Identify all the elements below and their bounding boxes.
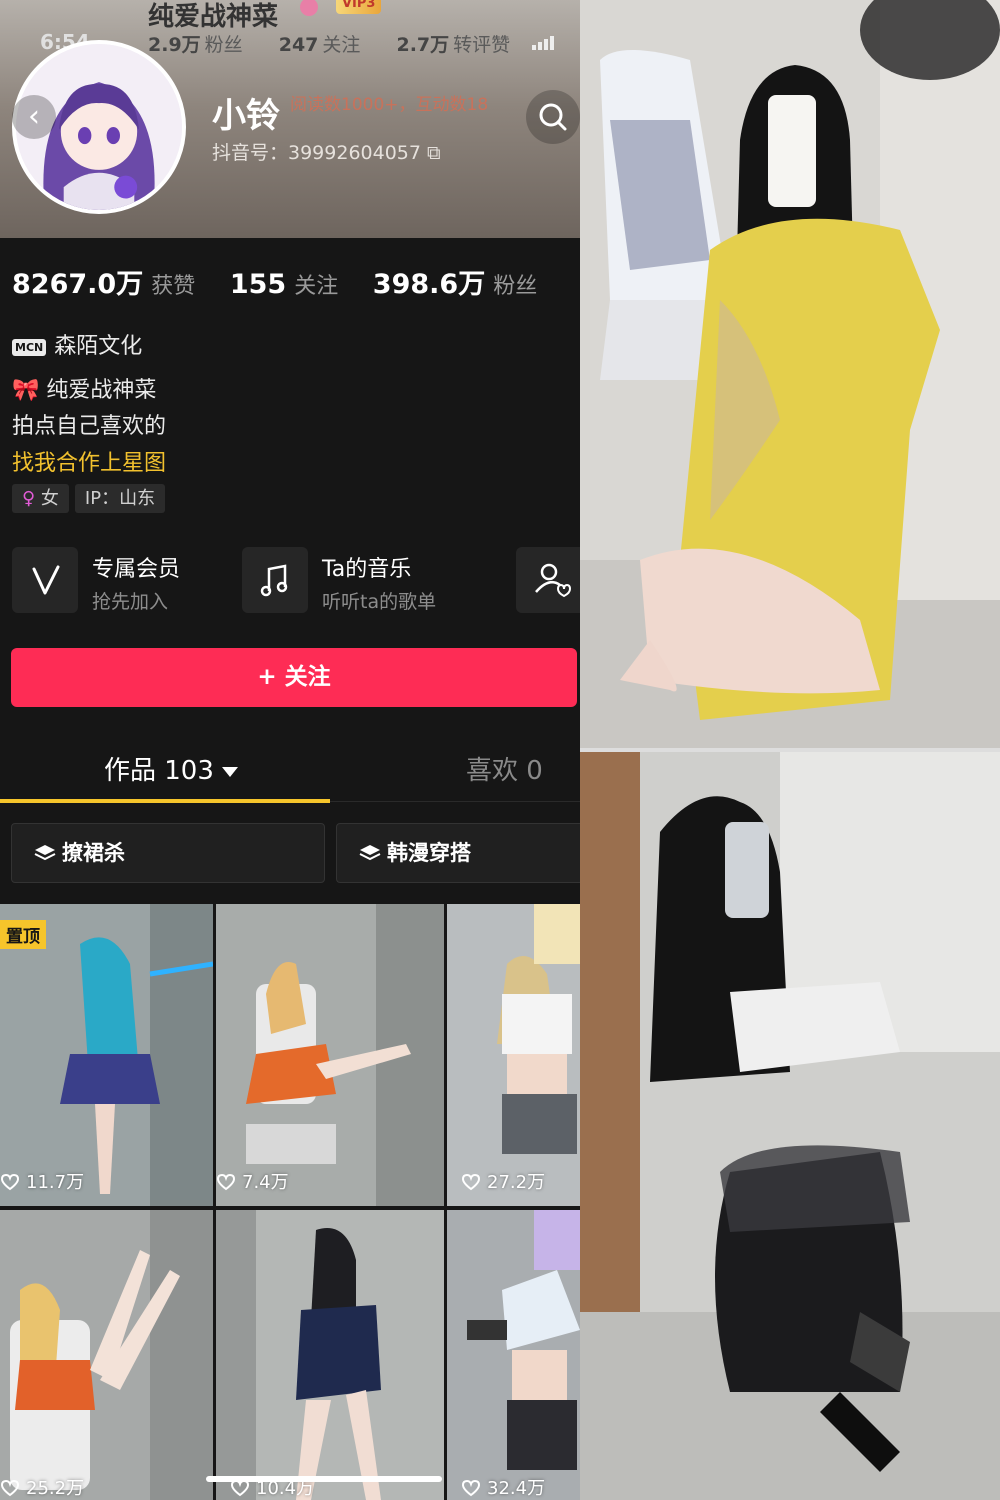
exclusive-member-entry[interactable]: 专属会员 抢先加入: [12, 547, 222, 613]
v-icon: [32, 565, 60, 595]
profile-header: 纯爱战神菜 VIP3 2.9万 粉丝 247 关注 2.7万 转评赞 6:54 ‹: [0, 0, 580, 238]
collection-chip[interactable]: 韩漫穿搭: [336, 823, 580, 883]
character-avatar: [534, 904, 580, 964]
pinned-badge: 置顶: [0, 920, 46, 949]
collection-chip[interactable]: 撩裙杀: [11, 823, 325, 883]
profile-chips: ♀ 女 IP：山东: [12, 484, 171, 513]
header-mini-stats: 2.9万 粉丝 247 关注 2.7万 转评赞: [148, 34, 511, 56]
bio-line: 拍点自己喜欢的: [12, 414, 167, 439]
douyin-id[interactable]: 抖音号：39992604057 ⧉: [212, 138, 441, 165]
like-count: 11.7万: [0, 1168, 84, 1194]
bio-line: 🎀 纯爱战神菜: [12, 378, 157, 403]
signal-icon: [532, 36, 562, 50]
like-count: 32.4万: [461, 1474, 545, 1500]
heart-icon: [461, 1479, 481, 1497]
like-count: 27.2万: [461, 1168, 545, 1194]
profile-stats: 8267.0万 获赞 155 关注 398.6万 粉丝: [12, 269, 538, 300]
mcn-tag: MCN: [12, 338, 47, 356]
layers-icon: [34, 845, 56, 861]
header-notice: 阅读数1000+，互动数18: [290, 95, 489, 115]
bio-star-link[interactable]: 找我合作上星图: [12, 445, 166, 477]
follow-button[interactable]: + 关注: [11, 648, 577, 707]
video-thumbnail[interactable]: 32.4万: [447, 1210, 580, 1500]
likes-count: 8267.0万: [12, 269, 144, 300]
header-title: 纯爱战神菜: [148, 2, 279, 32]
heart-icon: [0, 1479, 20, 1497]
like-count: 7.4万: [216, 1168, 289, 1194]
search-button[interactable]: [526, 90, 580, 144]
like-count: 25.2万: [0, 1474, 84, 1500]
mcn-info[interactable]: MCN 森陌文化: [12, 328, 142, 360]
content-tabs: 作品 103 喜欢 0: [0, 738, 580, 803]
video-thumbnail[interactable]: 25.2万: [0, 1210, 213, 1500]
tab-indicator: [0, 799, 330, 803]
vip-badge: VIP3: [336, 0, 382, 14]
heart-icon: [216, 1173, 236, 1191]
photo-nun-costume: [580, 752, 1000, 1500]
gender-chip: ♀ 女: [12, 484, 69, 513]
character-avatar: [534, 1210, 580, 1270]
search-icon: [539, 103, 567, 131]
back-button[interactable]: ‹: [12, 95, 56, 139]
video-thumbnail[interactable]: 27.2万: [447, 904, 580, 1206]
video-grid: 置顶 11.7万 7.4万 27.2万 25.2万 10.4万 32.4万: [0, 904, 580, 1500]
heart-icon: [0, 1173, 20, 1191]
profile-panel: 纯爱战神菜 VIP3 2.9万 粉丝 247 关注 2.7万 转评赞 6:54 ‹: [0, 0, 580, 1500]
verified-badge-icon: [300, 0, 318, 16]
following-count[interactable]: 155: [230, 269, 286, 300]
music-note-icon: [260, 564, 288, 597]
layers-icon: [359, 845, 381, 861]
copy-icon[interactable]: ⧉: [427, 142, 441, 164]
ip-chip: IP：山东: [74, 484, 166, 513]
music-entry[interactable]: Ta的音乐 听听ta的歌单: [242, 547, 492, 613]
scrollbar[interactable]: [206, 1476, 442, 1482]
photo-yellow-robe: [580, 0, 1000, 748]
video-thumbnail[interactable]: 7.4万: [216, 904, 444, 1206]
photo-column: [580, 0, 1000, 1500]
tab-works[interactable]: 作品 103: [104, 750, 238, 787]
tab-likes[interactable]: 喜欢 0: [466, 750, 543, 787]
add-friend-icon: [535, 563, 572, 598]
female-icon: ♀: [22, 488, 36, 509]
nickname: 小铃: [212, 96, 280, 136]
video-thumbnail[interactable]: 10.4万: [216, 1210, 444, 1500]
heart-icon: [461, 1173, 481, 1191]
add-friend-button[interactable]: [516, 547, 580, 613]
video-thumbnail[interactable]: 置顶 11.7万: [0, 904, 213, 1206]
followers-count[interactable]: 398.6万: [373, 269, 485, 300]
dropdown-icon: [221, 766, 238, 777]
